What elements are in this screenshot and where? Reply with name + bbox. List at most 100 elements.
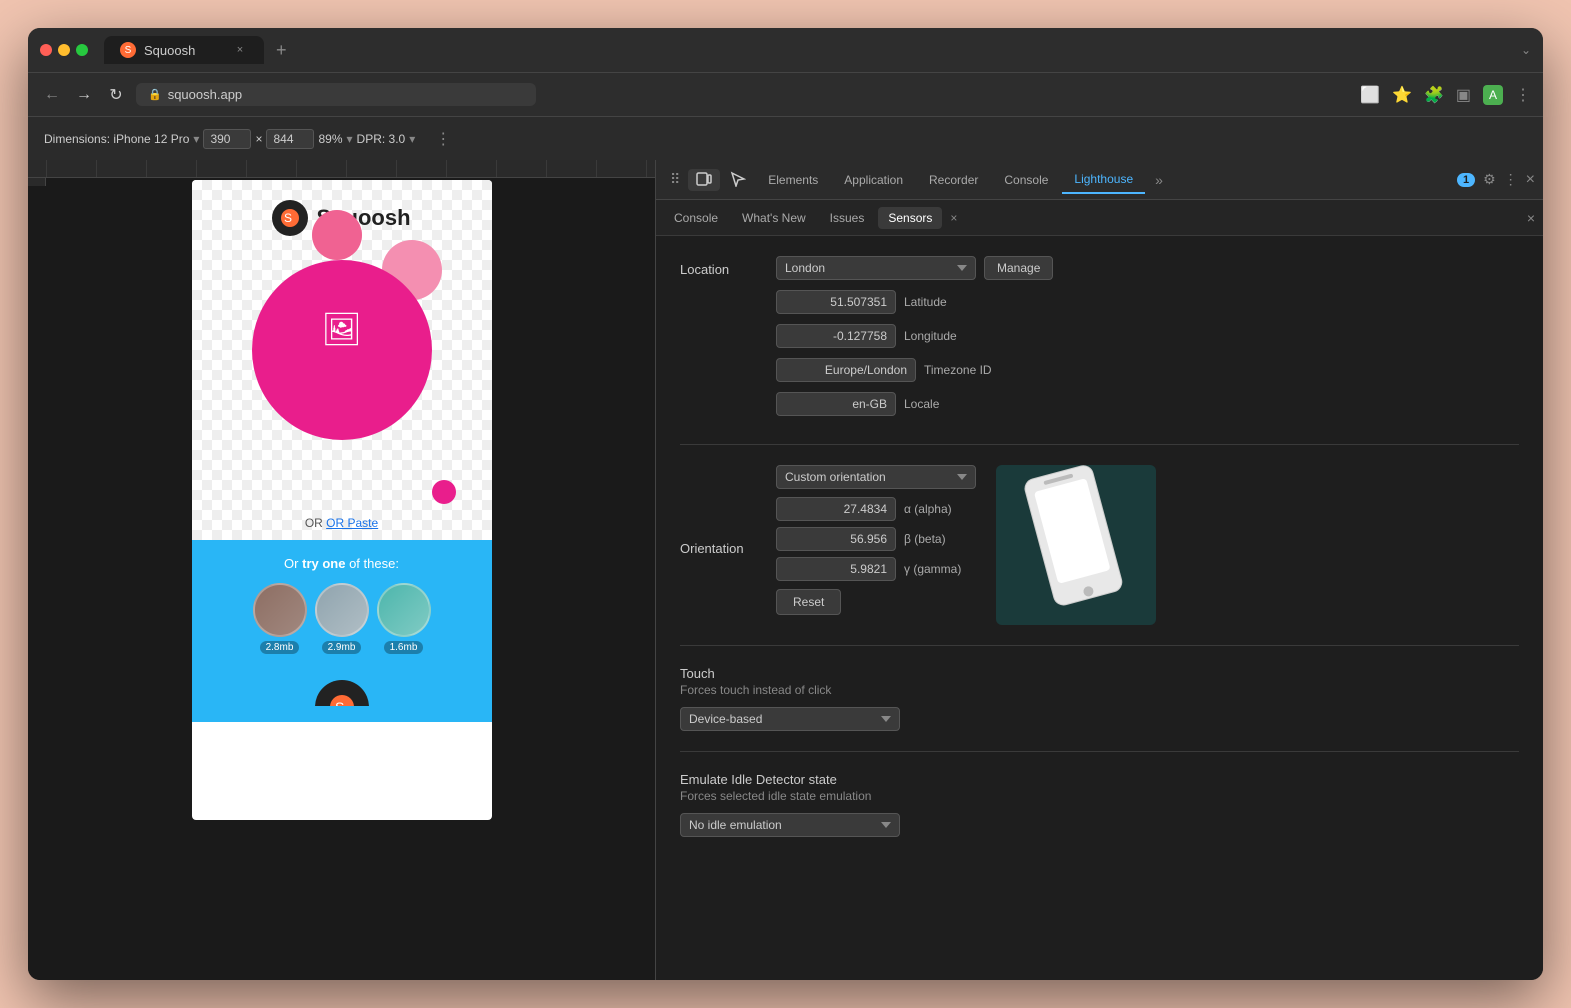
orientation-main: PortraitLandscapeCustom orientation α (a… bbox=[776, 465, 1156, 625]
tab-lighthouse[interactable]: Lighthouse bbox=[1062, 166, 1145, 194]
dpr-chevron[interactable]: ▾ bbox=[409, 132, 415, 146]
ruler-left bbox=[28, 178, 46, 186]
dimensions-label[interactable]: Dimensions: iPhone 12 Pro bbox=[44, 132, 189, 146]
orientation-controls: PortraitLandscapeCustom orientation α (a… bbox=[776, 465, 976, 625]
address-bar: ← → ↻ 🔒 squoosh.app ⬜ ⭐ 🧩 ▣ A ⋮ bbox=[28, 72, 1543, 116]
dimensions-control: Dimensions: iPhone 12 Pro ▾ × 89% ▾ DPR:… bbox=[36, 129, 423, 149]
longitude-input[interactable] bbox=[776, 324, 896, 348]
decorative-circles bbox=[192, 180, 492, 186]
devtools-more-options[interactable]: ⋮ bbox=[1504, 171, 1518, 188]
devtools-top-bar: Dimensions: iPhone 12 Pro ▾ × 89% ▾ DPR:… bbox=[28, 116, 1543, 160]
phone-container: S Squoosh bbox=[192, 180, 492, 186]
chevron-down-icon[interactable]: ▾ bbox=[193, 132, 199, 146]
location-preset-select[interactable]: LondonBerlinMoscowMountain ViewMumbaiSan… bbox=[776, 256, 976, 280]
touch-desc: Forces touch instead of click bbox=[680, 683, 1519, 697]
orientation-preset-select[interactable]: PortraitLandscapeCustom orientation bbox=[776, 465, 976, 489]
back-button[interactable]: ← bbox=[40, 83, 64, 107]
main-content: S Squoosh bbox=[28, 160, 1543, 980]
more-icon[interactable]: ⋮ bbox=[1515, 85, 1531, 105]
latitude-row: Latitude bbox=[776, 290, 1053, 314]
close-button[interactable] bbox=[40, 44, 52, 56]
ruler-top bbox=[28, 160, 655, 178]
subtab-issues[interactable]: Issues bbox=[820, 207, 875, 229]
minimize-button[interactable] bbox=[58, 44, 70, 56]
height-input[interactable] bbox=[266, 129, 314, 149]
panel-close-button[interactable]: × bbox=[1527, 210, 1535, 226]
gamma-label: γ (gamma) bbox=[904, 562, 961, 576]
title-bar: S Squoosh × + ⌄ bbox=[28, 28, 1543, 72]
tab-close-button[interactable]: × bbox=[232, 42, 248, 58]
timezone-row: Timezone ID bbox=[776, 358, 1053, 382]
alpha-input[interactable] bbox=[776, 497, 896, 521]
window-controls-right: ⌄ bbox=[1521, 43, 1531, 57]
active-tab[interactable]: S Squoosh × bbox=[104, 36, 264, 64]
zoom-control[interactable]: 89% bbox=[318, 132, 342, 146]
notification-badge: 1 bbox=[1457, 173, 1475, 187]
tab-favicon: S bbox=[120, 42, 136, 58]
maximize-button[interactable] bbox=[76, 44, 88, 56]
phone-orientation-preview bbox=[996, 465, 1156, 625]
tab-application[interactable]: Application bbox=[832, 167, 915, 193]
alpha-label: α (alpha) bbox=[904, 502, 952, 516]
location-label: Location bbox=[680, 256, 760, 277]
location-fields: LondonBerlinMoscowMountain ViewMumbaiSan… bbox=[776, 256, 1053, 416]
phone-preview-svg bbox=[1012, 465, 1135, 615]
tab-console[interactable]: Console bbox=[992, 167, 1060, 193]
timezone-input[interactable] bbox=[776, 358, 916, 382]
zoom-chevron[interactable]: ▾ bbox=[347, 132, 353, 146]
locale-input[interactable] bbox=[776, 392, 896, 416]
dpr-control[interactable]: DPR: 3.0 bbox=[357, 132, 406, 146]
idle-preset-select[interactable]: No idle emulationUser active, screen unl… bbox=[680, 813, 900, 837]
phone-mockup-area: S Squoosh bbox=[46, 178, 655, 186]
profile-icon[interactable]: A bbox=[1483, 85, 1503, 105]
subtab-sensors[interactable]: Sensors bbox=[878, 207, 942, 229]
touch-title: Touch bbox=[680, 666, 1519, 681]
divider-3 bbox=[680, 751, 1519, 752]
dimension-separator: × bbox=[255, 132, 262, 146]
browser-window: S Squoosh × + ⌄ ← → ↻ 🔒 squoosh.app ⬜ ⭐ … bbox=[28, 28, 1543, 980]
devtools-more-icon[interactable]: ⋮ bbox=[435, 129, 451, 149]
idle-desc: Forces selected idle state emulation bbox=[680, 789, 1519, 803]
sensors-tab-close[interactable]: × bbox=[950, 211, 957, 225]
device-mode-icon[interactable] bbox=[688, 169, 720, 191]
sidebar-icon[interactable]: ▣ bbox=[1456, 85, 1471, 105]
tab-recorder[interactable]: Recorder bbox=[917, 167, 990, 193]
sensors-content: Location LondonBerlinMoscowMountain View… bbox=[656, 236, 1543, 980]
refresh-button[interactable]: ↻ bbox=[104, 83, 128, 107]
devtools-dots-menu[interactable]: ⠿ bbox=[664, 167, 686, 192]
idle-section: Emulate Idle Detector state Forces selec… bbox=[680, 772, 1519, 837]
gamma-input[interactable] bbox=[776, 557, 896, 581]
divider-2 bbox=[680, 645, 1519, 646]
subtab-whatsnew[interactable]: What's New bbox=[732, 207, 816, 229]
new-tab-button[interactable]: + bbox=[268, 40, 295, 61]
width-input[interactable] bbox=[203, 129, 251, 149]
settings-icon[interactable]: ⚙ bbox=[1483, 171, 1496, 188]
latitude-input[interactable] bbox=[776, 290, 896, 314]
reset-orientation-button[interactable]: Reset bbox=[776, 589, 841, 615]
beta-row: β (beta) bbox=[776, 527, 976, 551]
devtools-close-icon[interactable]: × bbox=[1526, 171, 1535, 189]
bookmark-icon[interactable]: ⭐ bbox=[1392, 85, 1412, 105]
inspect-icon[interactable] bbox=[722, 169, 754, 191]
url-bar[interactable]: 🔒 squoosh.app bbox=[136, 83, 536, 106]
url-text: squoosh.app bbox=[168, 87, 242, 102]
tab-more-icon[interactable]: » bbox=[1147, 168, 1171, 192]
locale-label: Locale bbox=[904, 397, 939, 411]
touch-preset-select[interactable]: Device-basedForce enabledForce disabled bbox=[680, 707, 900, 731]
location-top: LondonBerlinMoscowMountain ViewMumbaiSan… bbox=[776, 256, 1053, 280]
devtools-tabs-right: 1 ⚙ ⋮ × bbox=[1457, 171, 1535, 189]
devtools-main-tabs: ⠿ Elements Application Recorder Console … bbox=[656, 160, 1543, 200]
subtab-console[interactable]: Console bbox=[664, 207, 728, 229]
viewport-with-ruler: S Squoosh bbox=[28, 178, 655, 186]
cast-icon[interactable]: ⬜ bbox=[1360, 85, 1380, 105]
beta-label: β (beta) bbox=[904, 532, 946, 546]
orientation-row: Orientation PortraitLandscapeCustom orie… bbox=[680, 465, 1519, 625]
divider-1 bbox=[680, 444, 1519, 445]
alpha-row: α (alpha) bbox=[776, 497, 976, 521]
beta-input[interactable] bbox=[776, 527, 896, 551]
location-section: Location LondonBerlinMoscowMountain View… bbox=[680, 256, 1519, 416]
extension-icon[interactable]: 🧩 bbox=[1424, 85, 1444, 105]
tab-elements[interactable]: Elements bbox=[756, 167, 830, 193]
manage-button[interactable]: Manage bbox=[984, 256, 1053, 280]
forward-button[interactable]: → bbox=[72, 83, 96, 107]
